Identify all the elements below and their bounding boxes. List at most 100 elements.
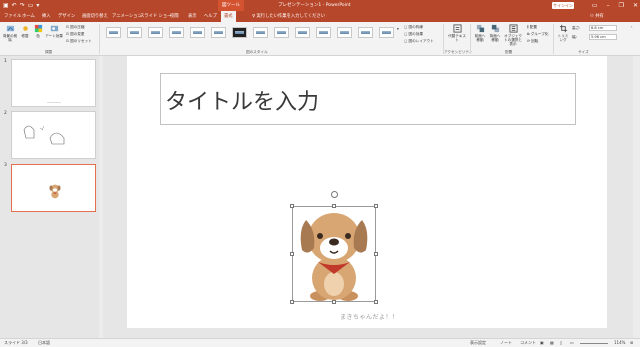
notes-button[interactable]: ノート <box>500 339 512 347</box>
resize-handle-bottom[interactable] <box>332 300 336 304</box>
slide-thumbnail-1[interactable] <box>11 59 96 107</box>
minimize-icon[interactable]: – <box>607 0 610 11</box>
picture-layout-button[interactable]: ▢ 図のレイアウト <box>404 39 434 44</box>
color-button[interactable]: 色 <box>33 24 43 38</box>
align-button[interactable]: ⫼ 配置 <box>527 25 537 30</box>
change-picture-button[interactable]: ⊡ 図の変更 <box>66 32 85 37</box>
slide-sorter-icon[interactable]: ▦ <box>550 339 554 347</box>
picture-style-7[interactable] <box>232 27 247 38</box>
shape-height-input[interactable]: 6.8 cm <box>589 25 617 31</box>
picture-style-10[interactable] <box>295 27 310 38</box>
comments-button[interactable]: コメント <box>520 339 536 347</box>
save-icon[interactable]: ▣ <box>3 0 9 11</box>
slide-thumbnail-3[interactable] <box>11 164 96 212</box>
zoom-slider[interactable] <box>580 343 608 344</box>
share-button[interactable]: ⚇ 共有 <box>590 11 604 22</box>
tab-review[interactable]: 校閲 <box>170 11 179 22</box>
slide-thumbnail-2[interactable] <box>11 111 96 159</box>
customize-qat-icon[interactable]: ▾ <box>36 0 39 11</box>
picture-border-button[interactable]: ▢ 図の枠線 <box>404 25 423 30</box>
selection-pane-icon <box>508 24 518 33</box>
picture-style-3[interactable] <box>148 27 163 38</box>
signin-button[interactable]: サインイン <box>552 2 574 9</box>
title-placeholder-text: タイトルを入力 <box>165 90 320 115</box>
tab-insert[interactable]: 挿入 <box>42 11 51 22</box>
ribbon-separator <box>553 24 554 54</box>
border-label: 図の枠線 <box>408 25 423 29</box>
picture-style-1[interactable] <box>106 27 121 38</box>
redo-icon[interactable]: ↷ <box>20 0 25 11</box>
crop-icon <box>559 24 567 33</box>
start-slideshow-icon[interactable]: ▭ <box>28 0 34 11</box>
alt-text-button[interactable]: 代替テキスト <box>447 24 467 42</box>
crop-button[interactable]: トリミング <box>556 24 570 42</box>
tab-help[interactable]: ヘルプ <box>204 11 217 22</box>
slideshow-view-icon[interactable]: ▭ <box>570 339 574 347</box>
maximize-icon[interactable]: ❐ <box>619 0 624 11</box>
tab-design[interactable]: デザイン <box>58 11 75 22</box>
artistic-effects-button[interactable]: アート効果 <box>45 24 63 38</box>
resize-handle-left[interactable] <box>290 252 294 256</box>
reset-picture-button[interactable]: ⊡ 図のリセット <box>66 39 92 44</box>
picture-style-12[interactable] <box>337 27 352 38</box>
compress-pictures-button[interactable]: ⊡ 図の圧縮 <box>66 25 85 30</box>
picture-style-14[interactable] <box>379 27 394 38</box>
picture-tools-context: 図ツール <box>218 0 244 11</box>
collapse-ribbon-icon[interactable]: ⌃ <box>630 26 633 30</box>
shape-width-label: 幅: <box>572 35 577 39</box>
zoom-level[interactable]: 114% <box>614 339 625 347</box>
rotate-handle-icon[interactable] <box>331 191 338 198</box>
picture-style-6[interactable] <box>211 27 226 38</box>
bring-forward-button[interactable]: 前面へ移動 <box>473 24 487 42</box>
undo-icon[interactable]: ↶ <box>12 0 17 11</box>
slide-caption-text[interactable]: まきちゃんだよ！！ <box>340 312 399 321</box>
bring-forward-label: 前面へ移動 <box>474 34 486 42</box>
close-icon[interactable]: ✕ <box>633 0 638 11</box>
tab-format[interactable]: 書式 <box>221 11 236 22</box>
resize-handle-right[interactable] <box>374 252 378 256</box>
picture-styles-group-label: 図のスタイル <box>246 50 268 54</box>
tab-animations[interactable]: アニメーション <box>112 11 142 22</box>
document-title: プレゼンテーション1 - PowerPoint <box>278 3 351 8</box>
language-indicator[interactable]: 日本語 <box>38 339 50 347</box>
gallery-more-icon[interactable]: ▾ <box>397 27 399 31</box>
tab-home[interactable]: ホーム <box>22 11 35 22</box>
resize-handle-top[interactable] <box>332 204 336 208</box>
dog-thumbnail-image <box>49 184 61 199</box>
ribbon-separator <box>470 24 471 54</box>
picture-effects-button[interactable]: ▢ 図の効果 <box>404 32 423 37</box>
selection-pane-button[interactable]: オブジェクトの選択と表示 <box>503 24 523 46</box>
resize-handle-bottom-right[interactable] <box>374 300 378 304</box>
accessibility-button[interactable]: 表示設定 <box>470 339 486 347</box>
ribbon-separator <box>99 24 100 54</box>
canvas-scrollbar[interactable] <box>633 56 640 338</box>
title-placeholder[interactable]: タイトルを入力 <box>160 73 576 125</box>
send-backward-button[interactable]: 背面へ移動 <box>488 24 502 42</box>
sun-icon <box>22 26 28 31</box>
remove-background-button[interactable]: 背景の削除 <box>2 24 18 42</box>
normal-view-icon[interactable]: ▣ <box>540 339 544 347</box>
shape-width-input[interactable]: 5.96 cm <box>589 34 617 40</box>
rotate-button[interactable]: ⟳ 回転 <box>527 39 538 44</box>
reading-view-icon[interactable]: ▯ <box>560 339 562 347</box>
tab-view[interactable]: 表示 <box>188 11 197 22</box>
tab-transitions[interactable]: 画面切り替え <box>82 11 108 22</box>
slide-number: 3 <box>4 163 7 168</box>
picture-style-4[interactable] <box>169 27 184 38</box>
tab-file[interactable]: ファイル <box>4 11 21 22</box>
picture-style-11[interactable] <box>316 27 331 38</box>
ribbon-display-icon[interactable]: ▭ <box>592 0 598 11</box>
resize-handle-top-left[interactable] <box>290 204 294 208</box>
picture-style-2[interactable] <box>127 27 142 38</box>
tab-slideshow[interactable]: スライド ショー <box>140 11 171 22</box>
picture-style-13[interactable] <box>358 27 373 38</box>
picture-style-9[interactable] <box>274 27 289 38</box>
group-button[interactable]: ⧉ グループ化 <box>527 32 548 37</box>
resize-handle-bottom-left[interactable] <box>290 300 294 304</box>
picture-style-5[interactable] <box>190 27 205 38</box>
picture-style-8[interactable] <box>253 27 268 38</box>
resize-handle-top-right[interactable] <box>374 204 378 208</box>
corrections-button[interactable]: 修整 <box>19 24 31 38</box>
fit-slide-icon[interactable]: ⊞ <box>630 339 633 347</box>
tell-me-search[interactable]: ♀ 実行したい作業を入力してください <box>252 11 325 22</box>
